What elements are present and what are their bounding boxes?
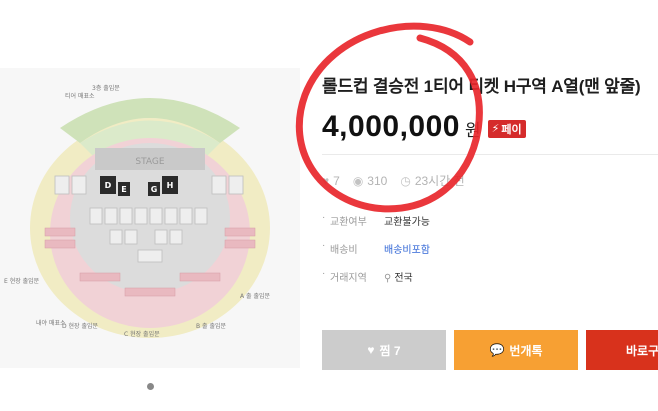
product-details: 롤드컵 결승전 1티어 티켓 H구역 A열(맨 앞줄) 4,000,000 원 … bbox=[322, 0, 658, 411]
currency-label: 원 bbox=[464, 121, 481, 140]
svg-text:H: H bbox=[167, 181, 174, 190]
svg-text:D 현장 출입문: D 현장 출입문 bbox=[62, 322, 99, 330]
clock-icon: ◷ bbox=[400, 173, 411, 188]
posted-time: 23시간 전 bbox=[414, 174, 465, 188]
svg-text:B 출 출입문: B 출 출입문 bbox=[196, 322, 226, 330]
chat-button-label: 번개톡 bbox=[509, 343, 543, 358]
image-pagination[interactable] bbox=[0, 378, 300, 394]
info-value: 교환불가능 bbox=[384, 216, 430, 228]
eye-icon: ◉ bbox=[352, 173, 364, 188]
chat-bubble-icon: 💬 bbox=[489, 343, 505, 357]
pay-badge-label: 페이 bbox=[501, 123, 522, 136]
svg-text:E 현장 출입문: E 현장 출입문 bbox=[4, 277, 40, 285]
price-row: 4,000,000 원 ⚡ 페이 bbox=[322, 110, 526, 144]
heart-icon: ♥ bbox=[367, 343, 375, 357]
product-image[interactable]: STAGE D E G H 3층 출입문 티어 매표소 E 현장 출입문 A 출… bbox=[0, 68, 300, 368]
info-label: 거래지역 bbox=[322, 268, 384, 284]
price-value: 4,000,000 bbox=[322, 110, 460, 143]
stage-label: STAGE bbox=[135, 157, 164, 167]
likes-count: 7 bbox=[333, 173, 340, 188]
info-value: 배송비포함 bbox=[384, 244, 430, 256]
pay-badge: ⚡ 페이 bbox=[487, 119, 526, 138]
svg-text:D: D bbox=[105, 181, 112, 190]
svg-text:G: G bbox=[151, 185, 158, 194]
info-label: 배송비 bbox=[322, 240, 384, 256]
svg-text:C 현장 출입문: C 현장 출입문 bbox=[124, 330, 160, 338]
action-buttons: ♥ 찜 7 💬 번개톡 바로구매 bbox=[322, 330, 658, 370]
info-value: ⚲ 전국 bbox=[384, 269, 413, 284]
svg-text:3층 출입문: 3층 출입문 bbox=[92, 84, 120, 92]
views-stat: ◉ 310 bbox=[353, 174, 388, 188]
time-stat: ◷ 23시간 전 bbox=[400, 172, 464, 189]
info-list: 교환여부 교환불가능 배송비 배송비포함 거래지역 ⚲전국 bbox=[322, 206, 658, 290]
buy-button-label: 바로구매 bbox=[626, 343, 658, 358]
product-title: 롤드컵 결승전 1티어 티켓 H구역 A열(맨 앞줄) bbox=[322, 77, 641, 96]
like-button-label: 찜 7 bbox=[379, 343, 401, 358]
likes-stat: ♥ 7 bbox=[322, 174, 340, 188]
info-row-location: 거래지역 ⚲전국 bbox=[322, 262, 658, 290]
chat-button[interactable]: 💬 번개톡 bbox=[454, 330, 578, 370]
lightning-icon: ⚡ bbox=[491, 123, 500, 135]
info-label: 교환여부 bbox=[322, 212, 384, 228]
heart-icon: ♥ bbox=[322, 173, 330, 188]
buy-now-button[interactable]: 바로구매 bbox=[586, 330, 658, 370]
seat-map-image: STAGE D E G H 3층 출입문 티어 매표소 E 현장 출입문 A 출… bbox=[4, 84, 270, 338]
divider bbox=[322, 154, 658, 155]
svg-text:E: E bbox=[121, 185, 126, 194]
pagination-dot[interactable] bbox=[146, 382, 154, 390]
svg-text:A 출 출입문: A 출 출입문 bbox=[240, 292, 270, 300]
views-count: 310 bbox=[367, 173, 388, 188]
svg-text:티어 매표소: 티어 매표소 bbox=[65, 92, 95, 100]
location-value: 전국 bbox=[394, 272, 413, 284]
stats-row: ♥ 7 ◉ 310 ◷ 23시간 전 bbox=[322, 172, 478, 189]
info-row-shipping: 배송비 배송비포함 bbox=[322, 234, 658, 262]
location-pin-icon: ⚲ bbox=[384, 272, 392, 284]
like-button[interactable]: ♥ 찜 7 bbox=[322, 330, 446, 370]
info-row-exchange: 교환여부 교환불가능 bbox=[322, 206, 658, 234]
